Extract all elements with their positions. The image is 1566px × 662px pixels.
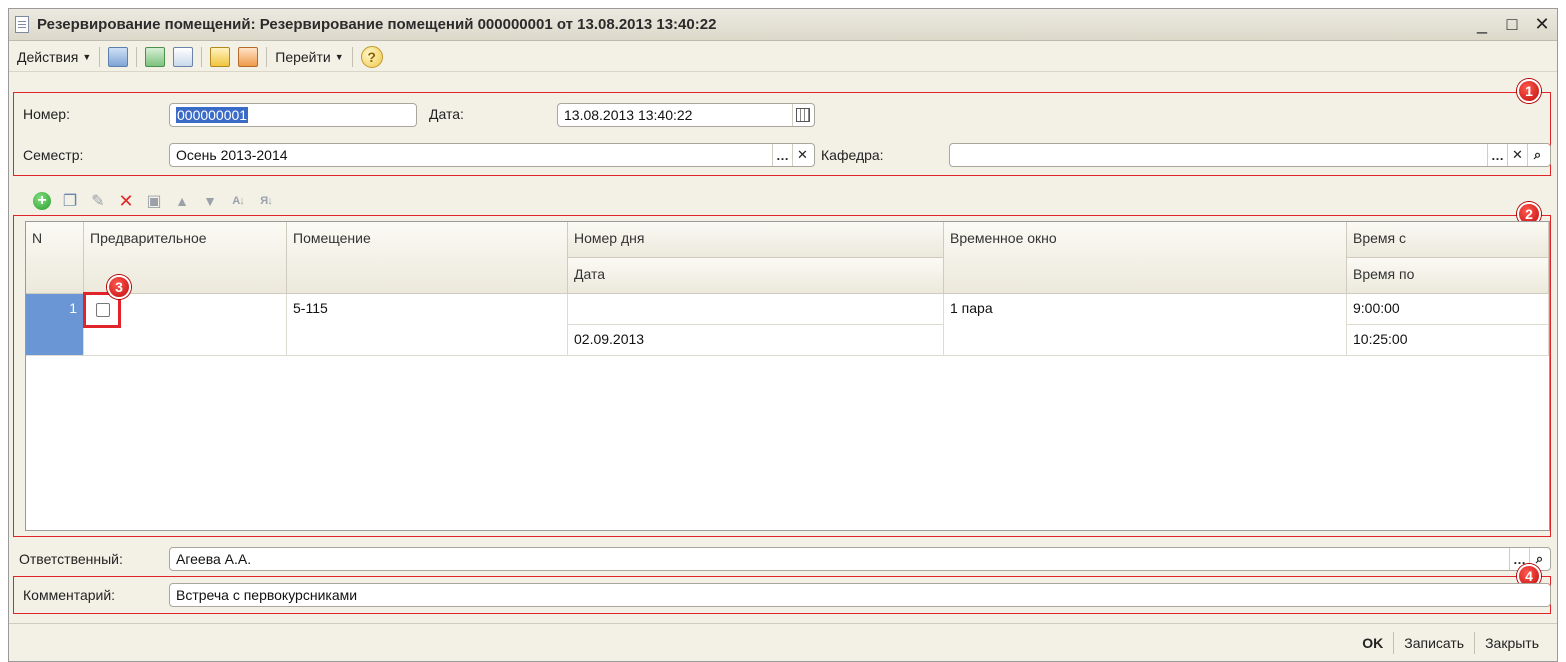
toolbar-separator	[266, 46, 268, 67]
fill-document-icon[interactable]	[210, 46, 231, 67]
window-title: Резервирование помещений: Резервирование…	[37, 16, 717, 33]
dropdown-arrow-icon: ▼	[334, 51, 344, 62]
close-button[interactable]: Закрыть	[1475, 635, 1549, 651]
toolbar-separator	[201, 46, 203, 67]
col-header-time-from[interactable]: Время с	[1347, 222, 1549, 258]
document-icon	[15, 16, 29, 33]
col-header-day-number[interactable]: Номер дня	[568, 222, 944, 258]
department-clear-icon[interactable]: ✕	[1507, 144, 1527, 166]
delete-row-icon[interactable]: ✕	[117, 191, 135, 211]
semester-clear-icon[interactable]: ✕	[792, 144, 812, 166]
number-field[interactable]: 000000001	[169, 103, 417, 127]
number-value: 000000001	[176, 107, 249, 123]
calendar-icon	[795, 108, 810, 122]
date-field[interactable]: 13.08.2013 13:40:22	[557, 103, 815, 127]
end-edit-icon[interactable]: ▣	[145, 192, 163, 210]
copy-row-icon[interactable]: ❐	[61, 192, 79, 210]
time-window-cell[interactable]: 1 пара	[944, 294, 1347, 356]
annotation-badge-1: 1	[1517, 79, 1541, 103]
refresh-icon[interactable]	[145, 46, 166, 67]
move-down-icon[interactable]: ▼	[201, 192, 219, 210]
date-value: 13.08.2013 13:40:22	[564, 107, 693, 123]
semester-field[interactable]: Осень 2013-2014	[169, 143, 815, 167]
sort-descending-icon[interactable]: Я↓	[257, 192, 275, 210]
department-label: Кафедра:	[821, 147, 884, 163]
col-header-date[interactable]: Дата	[568, 258, 944, 294]
annotation-badge-3: 3	[107, 275, 131, 299]
col-header-time-window[interactable]: Временное окно	[944, 222, 1347, 294]
window-controls: _ □ ✕	[1473, 13, 1551, 35]
date-cell[interactable]: 02.09.2013	[568, 325, 944, 356]
copy-document-icon[interactable]	[173, 46, 194, 67]
room-cell[interactable]: 5-115	[287, 294, 568, 356]
grid-toolbar: + ❐ ✎ ✕ ▣ ▲ ▼ A↓ Я↓	[33, 189, 275, 213]
comment-value: Встреча с первокурсниками	[176, 587, 358, 603]
semester-value: Осень 2013-2014	[176, 147, 288, 163]
comment-field[interactable]: Встреча с первокурсниками	[169, 583, 1551, 607]
maximize-button[interactable]: □	[1503, 13, 1521, 35]
responsible-value: Агеева А.А.	[176, 551, 252, 567]
help-icon[interactable]: ?	[360, 45, 383, 68]
actions-menu-label: Действия	[17, 48, 79, 65]
save-button[interactable]: Записать	[1394, 635, 1474, 651]
time-from-cell[interactable]: 9:00:00	[1347, 294, 1549, 325]
toolbar-separator	[351, 46, 353, 67]
post-document-icon[interactable]	[108, 46, 129, 67]
col-header-time-to[interactable]: Время по	[1347, 258, 1549, 294]
comment-label: Комментарий:	[23, 587, 116, 603]
row-number-cell[interactable]: 1	[26, 294, 84, 356]
close-window-button[interactable]: ✕	[1533, 13, 1551, 35]
toolbar-separator	[136, 46, 138, 67]
actions-menu-button[interactable]: Действия ▼	[13, 45, 95, 69]
sort-ascending-icon[interactable]: A↓	[229, 192, 247, 210]
toolbar-separator	[99, 46, 101, 67]
department-select-button[interactable]: …	[1487, 144, 1507, 166]
responsible-field[interactable]: Агеева А.А.	[169, 547, 1551, 571]
minimize-button[interactable]: _	[1473, 13, 1491, 35]
col-header-room[interactable]: Помещение	[287, 222, 568, 294]
move-up-icon[interactable]: ▲	[173, 192, 191, 210]
edit-row-icon[interactable]: ✎	[89, 192, 107, 210]
semester-label: Семестр:	[23, 147, 84, 163]
ok-button[interactable]: OK	[1352, 635, 1393, 651]
goto-menu-label: Перейти	[275, 48, 331, 65]
export-document-icon[interactable]	[238, 46, 259, 67]
day-number-cell[interactable]	[568, 294, 944, 325]
dropdown-arrow-icon: ▼	[82, 51, 92, 62]
calendar-button[interactable]	[792, 104, 812, 126]
col-header-n[interactable]: N	[26, 222, 84, 294]
reservations-table: N Предварительное Помещение Номер дня Да…	[25, 221, 1550, 531]
footer-bar: OK Записать Закрыть	[9, 623, 1557, 661]
responsible-label: Ответственный:	[19, 551, 123, 567]
title-bar: Резервирование помещений: Резервирование…	[9, 9, 1557, 41]
semester-select-button[interactable]: …	[772, 144, 792, 166]
number-label: Номер:	[23, 106, 70, 122]
department-field[interactable]	[949, 143, 1551, 167]
time-to-cell[interactable]: 10:25:00	[1347, 325, 1549, 356]
main-toolbar: Действия ▼ Перейти ▼ ?	[9, 42, 1557, 72]
goto-menu-button[interactable]: Перейти ▼	[271, 45, 347, 69]
document-window: Резервирование помещений: Резервирование…	[8, 8, 1558, 662]
add-row-icon[interactable]: +	[33, 192, 51, 210]
department-search-icon[interactable]: ⌕	[1527, 144, 1547, 166]
date-label: Дата:	[429, 106, 464, 122]
